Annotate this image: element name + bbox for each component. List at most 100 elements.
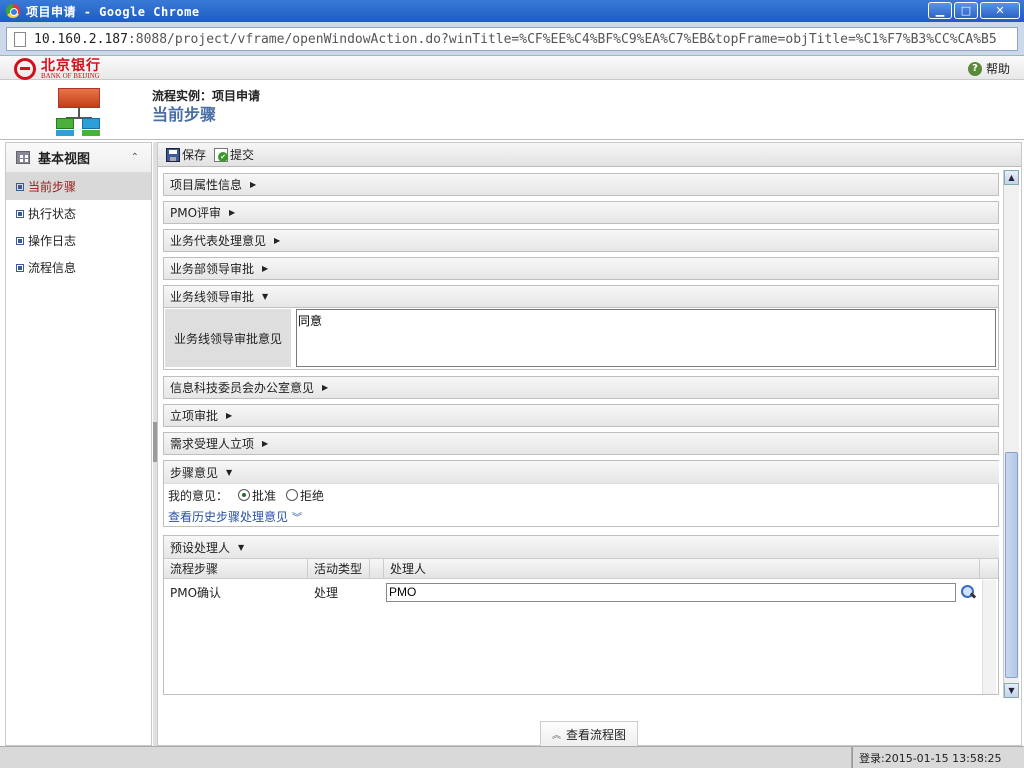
form-content: 项目属性信息 ▶ PMO评审 ▶ 业务代表处理意见 ▶ 业务部领导审批 ▶ 业务… bbox=[163, 173, 999, 743]
bullet-icon bbox=[16, 209, 24, 218]
section-label: 业务代表处理意见 bbox=[170, 234, 267, 248]
arrow-right-icon: ▶ bbox=[226, 411, 233, 420]
bullet-icon bbox=[16, 263, 24, 272]
section-business-line-approval[interactable]: 业务线领导审批 ▼ bbox=[163, 285, 999, 308]
section-it-committee-opinion[interactable]: 信息科技委员会办公室意见 ▶ bbox=[163, 376, 999, 399]
bank-name-cn: 北京银行 bbox=[41, 57, 101, 74]
scroll-thumb[interactable] bbox=[1005, 452, 1018, 678]
view-flowchart-label: 查看流程图 bbox=[566, 728, 627, 742]
sidebar: 基本视图 ⌃ 当前步骤 执行状态 操作日志 流程信息 bbox=[5, 142, 152, 746]
url-path: :8088/project/vframe/openWindowAction.do… bbox=[127, 31, 997, 47]
step-opinion-header[interactable]: 步骤意见 ▼ bbox=[164, 461, 999, 484]
approve-label[interactable]: 批准 bbox=[252, 487, 276, 504]
sidebar-item-label: 当前步骤 bbox=[28, 180, 77, 194]
process-diagram-icon bbox=[56, 86, 102, 136]
arrow-right-icon: ▶ bbox=[229, 208, 236, 217]
up-double-icon: ︽ bbox=[551, 731, 561, 741]
handler-input[interactable] bbox=[386, 582, 956, 602]
submit-icon bbox=[214, 147, 229, 162]
column-header: 流程步骤 bbox=[164, 559, 308, 578]
status-bar: 登录:2015-01-15 13:58:25 bbox=[0, 746, 1024, 768]
table-row: PMO确认 处理 bbox=[164, 579, 998, 605]
my-opinion-row: 我的意见： 批准 拒绝 bbox=[164, 484, 998, 506]
sidebar-item-execution-status[interactable]: 执行状态 bbox=[6, 200, 151, 227]
section-label: 信息科技委员会办公室意见 bbox=[170, 381, 315, 395]
process-header: 流程实例：项目申请 当前步骤 bbox=[0, 80, 1024, 140]
close-button[interactable]: ✕ bbox=[980, 2, 1020, 19]
scroll-down-button[interactable]: ▼ bbox=[1004, 683, 1019, 698]
my-opinion-label: 我的意见： bbox=[168, 488, 229, 503]
minimize-button[interactable]: ▁ bbox=[928, 2, 952, 19]
arrow-right-icon: ▶ bbox=[322, 383, 329, 392]
section-label: PMO评审 bbox=[170, 206, 222, 220]
section-requirement-acceptance[interactable]: 需求受理人立项 ▶ bbox=[163, 432, 999, 455]
history-opinion-link[interactable]: 查看历史步骤处理意见 ︾ bbox=[164, 506, 998, 526]
section-label: 步骤意见 bbox=[170, 465, 219, 480]
section-pmo-review[interactable]: PMO评审 ▶ bbox=[163, 201, 999, 224]
save-button[interactable]: 保存 bbox=[166, 146, 206, 163]
section-project-attributes[interactable]: 项目属性信息 ▶ bbox=[163, 173, 999, 196]
sidebar-header: 基本视图 ⌃ bbox=[6, 143, 151, 173]
content-scrollbar[interactable]: ▲ ▼ bbox=[1003, 170, 1019, 698]
handler-table-header: 流程步骤 活动类型 处理人 bbox=[164, 559, 998, 579]
column-header: 处理人 bbox=[384, 559, 980, 578]
save-label: 保存 bbox=[182, 148, 207, 162]
reject-radio[interactable] bbox=[286, 489, 299, 501]
column-header: 活动类型 bbox=[308, 559, 370, 578]
sidebar-item-label: 执行状态 bbox=[28, 207, 77, 221]
section-label: 需求受理人立项 bbox=[170, 437, 255, 451]
opinion-textarea[interactable] bbox=[296, 309, 996, 367]
section-label: 业务部领导审批 bbox=[170, 262, 255, 276]
submit-button[interactable]: 提交 bbox=[214, 146, 254, 163]
approve-radio[interactable] bbox=[238, 489, 251, 501]
bullet-icon bbox=[16, 236, 24, 245]
sidebar-item-operation-log[interactable]: 操作日志 bbox=[6, 227, 151, 254]
arrow-right-icon: ▶ bbox=[262, 264, 269, 273]
section-project-approval[interactable]: 立项审批 ▶ bbox=[163, 404, 999, 427]
arrow-down-icon: ▼ bbox=[226, 467, 233, 477]
help-link[interactable]: ? 帮助 bbox=[967, 60, 1010, 77]
reject-label[interactable]: 拒绝 bbox=[300, 487, 324, 504]
scroll-up-button[interactable]: ▲ bbox=[1004, 170, 1019, 185]
opinion-field-label: 业务线领导审批意见 bbox=[165, 309, 291, 367]
window-title: 项目申请 - Google Chrome bbox=[26, 4, 200, 19]
login-time: 登录:2015-01-15 13:58:25 bbox=[852, 747, 1024, 768]
section-label: 立项审批 bbox=[170, 409, 219, 423]
arrow-right-icon: ▶ bbox=[250, 180, 257, 189]
arrow-down-icon: ▼ bbox=[238, 542, 245, 552]
help-icon: ? bbox=[967, 61, 982, 76]
sidebar-item-label: 操作日志 bbox=[28, 234, 77, 248]
search-icon[interactable] bbox=[960, 584, 976, 600]
collapse-icon[interactable]: ⌃ bbox=[131, 152, 139, 163]
section-label: 预设处理人 bbox=[170, 540, 231, 555]
arrow-down-icon: ▼ bbox=[262, 292, 269, 301]
bank-name-en: BANK OF BEIJING bbox=[41, 71, 100, 80]
view-flowchart-button[interactable]: ︽ 查看流程图 bbox=[540, 721, 638, 747]
sidebar-title: 基本视图 bbox=[38, 152, 91, 167]
preset-handler-header[interactable]: 预设处理人 ▼ bbox=[164, 536, 999, 559]
help-label: 帮助 bbox=[985, 62, 1010, 76]
maximize-button[interactable]: □ bbox=[954, 2, 978, 19]
step-opinion-panel: 步骤意见 ▼ 我的意见： 批准 拒绝 查看历史步骤处理意见 ︾ bbox=[163, 460, 999, 527]
expand-double-icon: ︾ bbox=[292, 512, 303, 524]
business-line-opinion-row: 业务线领导审批意见 bbox=[163, 308, 999, 370]
section-business-dept-approval[interactable]: 业务部领导审批 ▶ bbox=[163, 257, 999, 280]
table-scrollbar[interactable] bbox=[982, 580, 996, 694]
url-field[interactable]: 10.160.2.187:8088/project/vframe/openWin… bbox=[6, 27, 1018, 51]
url-host: 10.160.2.187 bbox=[34, 31, 128, 47]
history-link-label: 查看历史步骤处理意见 bbox=[168, 509, 289, 524]
toolbar: 保存 提交 bbox=[158, 143, 1021, 167]
submit-label: 提交 bbox=[230, 148, 255, 162]
sidebar-item-process-info[interactable]: 流程信息 bbox=[6, 254, 151, 281]
section-label: 项目属性信息 bbox=[170, 178, 243, 192]
chrome-icon bbox=[6, 4, 20, 18]
sidebar-item-current-step[interactable]: 当前步骤 bbox=[6, 173, 151, 200]
bullet-icon bbox=[16, 182, 24, 191]
window-titlebar: 项目申请 - Google Chrome ▁ □ ✕ bbox=[0, 0, 1024, 22]
sidebar-item-label: 流程信息 bbox=[28, 261, 77, 275]
bank-logo: 北京银行 BANK OF BEIJING bbox=[14, 58, 101, 80]
preset-handler-panel: 预设处理人 ▼ 流程步骤 活动类型 处理人 PMO确认 处理 bbox=[163, 535, 999, 695]
bank-logo-icon bbox=[14, 58, 36, 80]
section-business-rep-opinion[interactable]: 业务代表处理意见 ▶ bbox=[163, 229, 999, 252]
step-cell: PMO确认 bbox=[170, 585, 222, 600]
